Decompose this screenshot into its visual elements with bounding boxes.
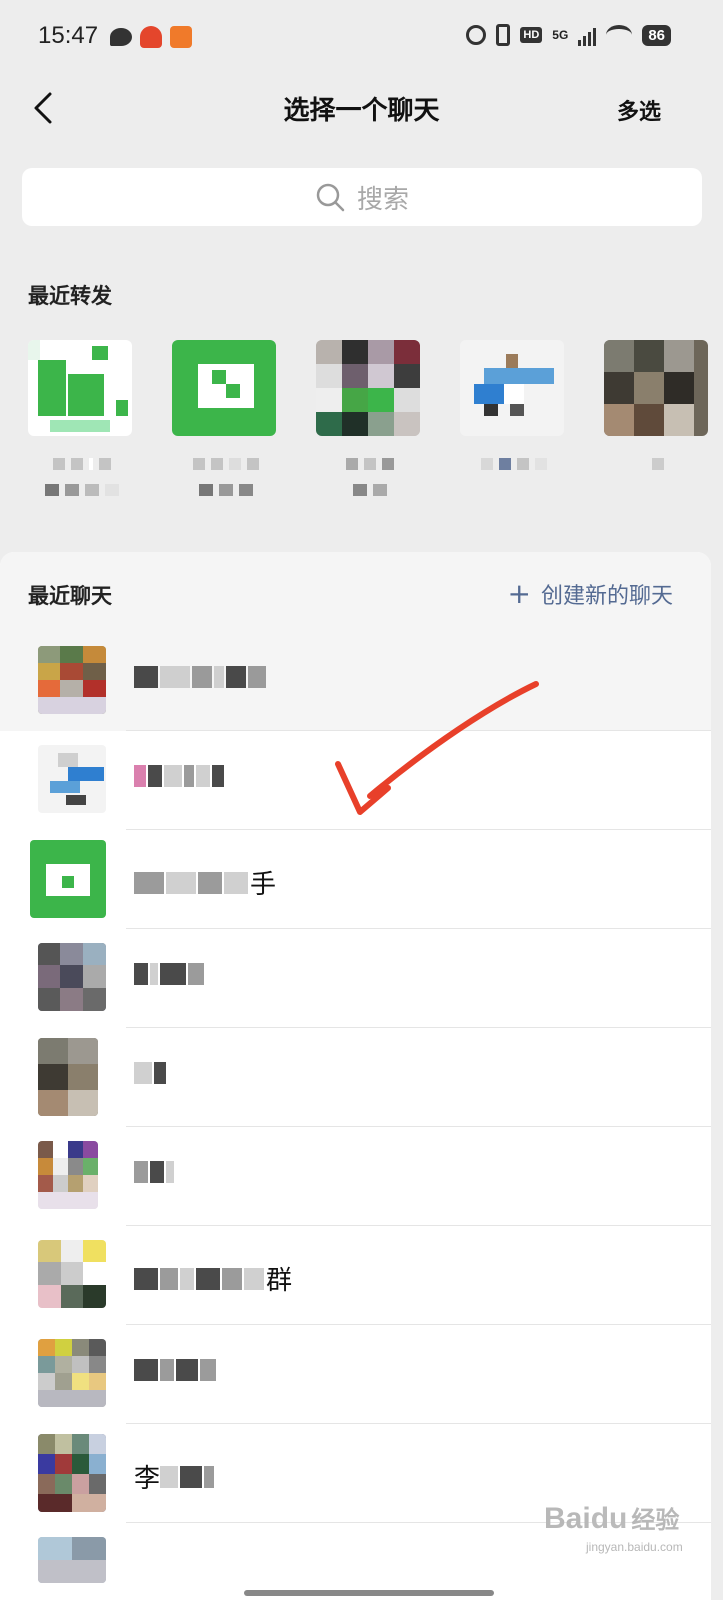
recent-forward-item[interactable] bbox=[316, 340, 424, 498]
battery-icon: 86 bbox=[642, 24, 671, 46]
create-new-chat-button[interactable]: + 创建新的聊天 bbox=[508, 578, 673, 610]
recent-forward-item[interactable] bbox=[28, 340, 136, 498]
recent-forward-item[interactable] bbox=[460, 340, 568, 472]
avatar bbox=[172, 340, 276, 436]
wifi-icon bbox=[606, 25, 633, 45]
avatar bbox=[38, 1038, 98, 1116]
avatar bbox=[316, 340, 420, 436]
chat-row[interactable] bbox=[0, 1127, 711, 1226]
signal-icon bbox=[578, 24, 597, 46]
avatar bbox=[38, 1537, 106, 1583]
recent-forward-item[interactable] bbox=[172, 340, 280, 498]
alarm-icon bbox=[466, 25, 487, 45]
chat-name bbox=[134, 1161, 176, 1183]
search-icon bbox=[316, 183, 345, 212]
create-new-chat-label: 创建新的聊天 bbox=[540, 584, 673, 609]
chat-row[interactable] bbox=[0, 1325, 711, 1424]
chat-row[interactable] bbox=[0, 632, 711, 731]
chat-name bbox=[134, 1359, 218, 1381]
recent-forward-list bbox=[28, 340, 723, 520]
avatar bbox=[38, 1434, 106, 1512]
network-type: 5G bbox=[552, 28, 569, 42]
search-input[interactable]: 搜索 bbox=[22, 168, 702, 226]
chat-row[interactable] bbox=[0, 731, 711, 830]
chat-name bbox=[134, 765, 226, 787]
robot-app-icon bbox=[140, 26, 162, 48]
chat-bubble-icon bbox=[110, 28, 132, 46]
page-title: 选择一个聊天 bbox=[283, 96, 440, 126]
avatar bbox=[38, 1240, 106, 1308]
chat-name: 手 bbox=[134, 864, 276, 901]
status-bar: 15:47 HD 5G 86 bbox=[0, 0, 723, 78]
avatar bbox=[28, 340, 132, 436]
avatar bbox=[38, 1339, 106, 1407]
watermark-url: jingyan.baidu.com bbox=[586, 1540, 683, 1554]
chat-row[interactable] bbox=[0, 929, 711, 1028]
watermark-logo: Baidu 经验 bbox=[544, 1502, 680, 1535]
recent-chats-panel: 最近聊天 + 创建新的聊天 手 群 李 bbox=[0, 552, 711, 1600]
chat-row[interactable]: 群 bbox=[0, 1226, 711, 1325]
recent-chats-header: 最近聊天 + 创建新的聊天 bbox=[0, 552, 711, 632]
avatar bbox=[460, 340, 564, 436]
multi-select-button[interactable]: 多选 bbox=[617, 94, 661, 126]
chat-name: 群 bbox=[134, 1260, 292, 1297]
chat-name bbox=[134, 1062, 168, 1084]
chat-row[interactable] bbox=[0, 1028, 711, 1127]
avatar bbox=[30, 840, 106, 918]
orange-app-icon bbox=[170, 26, 192, 48]
recent-forward-item[interactable] bbox=[604, 340, 712, 472]
avatar bbox=[38, 1141, 98, 1209]
recent-chats-label: 最近聊天 bbox=[28, 584, 112, 608]
avatar bbox=[38, 943, 106, 1011]
hd-icon: HD bbox=[520, 27, 543, 43]
chat-name: 李 bbox=[134, 1458, 216, 1495]
home-indicator bbox=[244, 1590, 494, 1596]
avatar bbox=[38, 646, 106, 714]
vibrate-icon bbox=[496, 24, 511, 46]
status-system-icons: HD 5G 86 bbox=[466, 24, 671, 46]
plus-icon: + bbox=[507, 577, 531, 610]
avatar bbox=[604, 340, 708, 436]
status-notification-icons bbox=[110, 26, 192, 48]
chat-name bbox=[134, 666, 268, 688]
chat-row[interactable]: 手 bbox=[0, 830, 711, 929]
search-placeholder: 搜索 bbox=[356, 184, 409, 215]
recent-forward-label: 最近转发 bbox=[28, 284, 112, 308]
chat-name bbox=[134, 963, 206, 985]
avatar bbox=[38, 745, 106, 813]
chat-list: 手 群 李 bbox=[0, 632, 711, 1583]
status-time: 15:47 bbox=[38, 22, 99, 49]
nav-bar: 选择一个聊天 多选 bbox=[0, 78, 723, 138]
